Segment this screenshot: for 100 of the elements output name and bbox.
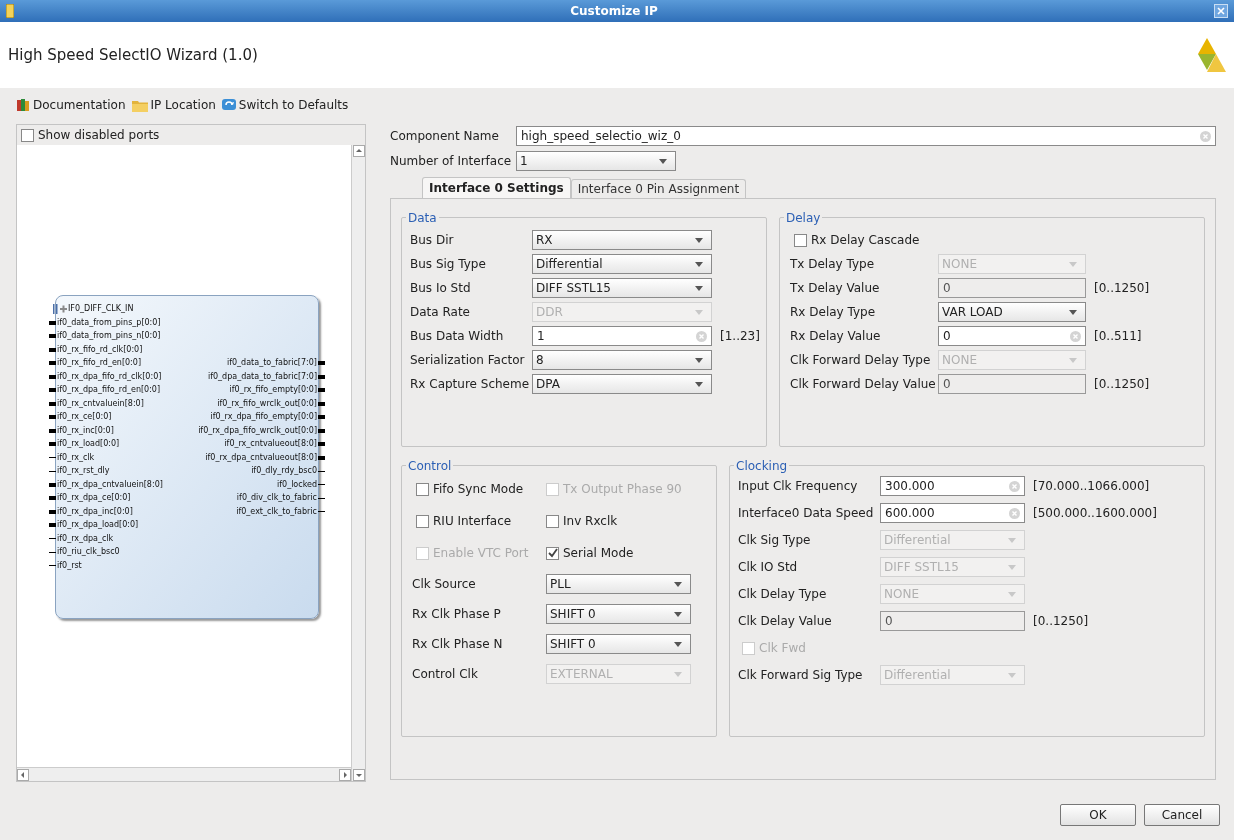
input-field[interactable]: high_speed_selectio_wiz_0	[516, 126, 1216, 146]
caret-icon	[695, 381, 703, 387]
field-label: Clk Delay Type	[738, 586, 828, 603]
clear-icon[interactable]	[1200, 130, 1211, 142]
checkbox[interactable]: Rx Delay Cascade	[794, 231, 920, 249]
bus-pin-icon	[49, 320, 56, 325]
close-button[interactable]	[1214, 4, 1228, 18]
dropdown[interactable]: DPA	[532, 374, 712, 394]
input-field[interactable]: 300.000	[880, 476, 1025, 496]
checkbox[interactable]: Show disabled ports	[21, 126, 160, 144]
dropdown[interactable]: 8	[532, 350, 712, 370]
port-label: if0_dpa_data_to_fabric[7:0]	[207, 370, 317, 383]
port-label: if0_rst	[57, 559, 82, 572]
dropdown[interactable]: PLL	[546, 574, 691, 594]
port-label: if0_riu_clk_bsc0	[57, 546, 120, 559]
port-label: if0_rx_dpa_ce[0:0]	[57, 492, 131, 505]
port-label: if0_rx_dpa_inc[0:0]	[57, 505, 133, 518]
clear-icon[interactable]	[1070, 330, 1081, 342]
toolbar-button[interactable]: Documentation	[16, 96, 126, 114]
field-label: Rx Capture Scheme	[410, 376, 531, 393]
dialog-button[interactable]: Cancel	[1144, 804, 1220, 826]
input-field[interactable]: 0	[938, 326, 1086, 346]
close-icon	[1217, 7, 1225, 15]
bus-pin-icon	[49, 509, 56, 514]
field-label: Rx Clk Phase P	[412, 606, 502, 623]
bus-pin-icon	[49, 428, 56, 433]
range-hint: [0..1250]	[1094, 376, 1150, 393]
refresh-icon	[221, 98, 236, 112]
dropdown[interactable]: RX	[532, 230, 712, 250]
caret-icon	[695, 261, 703, 267]
bus-pin-icon	[318, 455, 325, 460]
dropdown[interactable]: DIFF SSTL15	[532, 278, 712, 298]
caret-icon	[1069, 261, 1077, 267]
toolbar-button[interactable]: Switch to Defaults	[221, 96, 349, 114]
port-label: if0_rx_dpa_clk	[57, 532, 114, 545]
wire-pin-icon	[318, 511, 325, 513]
bus-pin-icon	[318, 415, 325, 420]
port-label: if0_data_from_pins_n[0:0]	[57, 330, 161, 343]
tab[interactable]: Interface 0 Settings	[422, 177, 571, 198]
dropdown[interactable]: SHIFT 0	[546, 634, 691, 654]
clear-icon[interactable]	[1009, 507, 1020, 519]
range-hint: [500.000..1600.000]	[1033, 505, 1157, 522]
clear-icon[interactable]	[1009, 480, 1020, 492]
field-label: Number of Interface	[390, 153, 513, 170]
input-field[interactable]: 1	[532, 326, 712, 346]
port-label: if0_rx_fifo_wrclk_out[0:0]	[217, 397, 317, 410]
port-label: if0_rx_fifo_rd_clk[0:0]	[57, 343, 143, 356]
port-label: if0_rx_dpa_cntvaluein[8:0]	[57, 478, 163, 491]
window-icon	[6, 4, 14, 18]
clear-icon[interactable]	[696, 330, 707, 342]
range-hint: [0..511]	[1094, 328, 1142, 345]
toolbar-button[interactable]: IP Location	[131, 96, 216, 114]
field-label: Bus Data Width	[410, 328, 505, 345]
range-hint: [1..23]	[720, 328, 760, 345]
bus-pin-icon	[318, 442, 325, 447]
port-label: if0_rx_clk	[57, 451, 95, 464]
interface-pin-icon	[53, 304, 67, 314]
bus-pin-icon	[49, 496, 56, 501]
port-label: if0_data_from_pins_p[0:0]	[57, 316, 161, 329]
dropdown[interactable]: SHIFT 0	[546, 604, 691, 624]
checkbox[interactable]: Inv Rxclk	[546, 512, 716, 530]
input-field[interactable]: 600.000	[880, 503, 1025, 523]
caret-icon	[1069, 357, 1077, 363]
field-label: Rx Delay Value	[790, 328, 882, 345]
checkbox[interactable]: RIU Interface	[416, 512, 546, 530]
caret-icon	[674, 581, 682, 587]
checkbox[interactable]: Fifo Sync Mode	[416, 480, 546, 498]
group-title: Delay	[784, 209, 823, 227]
field-label: Bus Sig Type	[410, 256, 487, 273]
field-label: Clk Sig Type	[738, 532, 812, 549]
port-label: if0_rx_load[0:0]	[57, 438, 120, 451]
dropdown[interactable]: Differential	[532, 254, 712, 274]
checkbox[interactable]: Serial Mode	[546, 544, 716, 562]
caret-icon	[1008, 537, 1016, 543]
port-label: if0_rx_dpa_cntvalueout[8:0]	[205, 451, 317, 464]
vertical-scrollbar[interactable]	[351, 145, 365, 781]
port-label: if0_rx_dpa_fifo_rd_en[0:0]	[57, 384, 161, 397]
port-label: if0_rx_inc[0:0]	[57, 424, 114, 437]
port-label: if0_rx_cntvaluein[8:0]	[57, 397, 144, 410]
scroll-left-icon[interactable]	[17, 768, 29, 781]
dropdown[interactable]: VAR LOAD	[938, 302, 1086, 322]
horizontal-scrollbar[interactable]	[17, 767, 351, 781]
tab[interactable]: Interface 0 Pin Assignment	[570, 179, 747, 198]
bus-pin-icon	[49, 523, 56, 528]
scroll-right-icon[interactable]	[339, 768, 351, 781]
dialog-button[interactable]: OK	[1060, 804, 1136, 826]
scroll-up-icon[interactable]	[352, 145, 365, 157]
field-label: Tx Delay Type	[790, 256, 876, 273]
dropdown[interactable]: 1	[516, 151, 676, 171]
scroll-down-icon[interactable]	[352, 769, 365, 781]
caret-icon	[695, 309, 703, 315]
wire-pin-icon	[49, 457, 56, 459]
field-label: Rx Delay Type	[790, 304, 877, 321]
port-label: if0_rx_dpa_fifo_rd_clk[0:0]	[57, 370, 162, 383]
field-label: Clk Forward Sig Type	[738, 667, 864, 684]
wizard-title: High Speed SelectIO Wizard (1.0)	[8, 44, 258, 66]
field-label: Tx Delay Value	[790, 280, 881, 297]
bus-pin-icon	[49, 374, 56, 379]
field-label: Interface0 Data Speed	[738, 505, 875, 522]
field-label: Control Clk	[412, 666, 479, 683]
